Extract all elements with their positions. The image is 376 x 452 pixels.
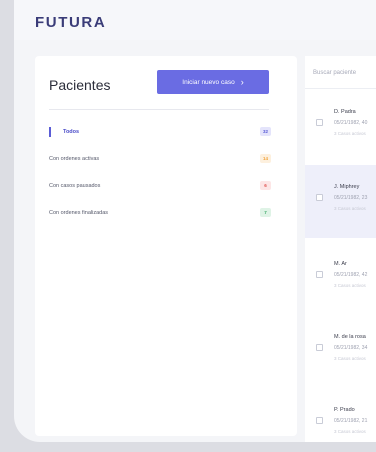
- patient-checkbox[interactable]: [316, 119, 323, 126]
- patient-info: 05/21/1982, 40: [334, 120, 368, 126]
- filter-list: Todos 32 Con ordenes activas 14 Con casos pa…: [49, 118, 271, 226]
- count-badge: 7: [260, 208, 271, 217]
- patient-active-cases: 3 Casos activos: [334, 131, 366, 136]
- filter-item[interactable]: Con ordenes finalizadas 7: [49, 199, 271, 226]
- filter-item[interactable]: Con casos pausados 6: [49, 172, 271, 199]
- search-input[interactable]: Buscar paciente: [313, 70, 356, 76]
- app-logo[interactable]: FUTURA: [35, 14, 106, 31]
- patient-active-cases: 3 Casos activos: [334, 429, 366, 434]
- patient-checkbox[interactable]: [316, 417, 323, 424]
- new-case-button[interactable]: Iniciar nuevo caso ›: [157, 70, 269, 94]
- filter-item[interactable]: Todos 32: [49, 118, 271, 145]
- filter-label: Con ordenes activas: [49, 155, 100, 162]
- patient-active-cases: 3 Casos activos: [334, 283, 366, 288]
- top-bar: FUTURA: [14, 0, 376, 40]
- count-badge: 6: [260, 181, 271, 190]
- active-indicator: [49, 127, 51, 137]
- page-title: Pacientes: [49, 77, 111, 93]
- patient-info: 05/21/1982, 42: [334, 272, 368, 278]
- patient-checkbox[interactable]: [316, 271, 323, 278]
- patient-name: M. de la rosa: [334, 334, 366, 340]
- patient-row[interactable]: D. Padra 05/21/1982, 40 3 Casos activos: [305, 89, 376, 157]
- patient-checkbox[interactable]: [316, 194, 323, 201]
- filter-item[interactable]: Con ordenes activas 14: [49, 145, 271, 172]
- count-badge: 32: [260, 127, 271, 136]
- patient-active-cases: 3 Casos activos: [334, 356, 366, 361]
- filter-label: Todos: [63, 128, 80, 135]
- filter-label: Con ordenes finalizadas: [49, 209, 109, 216]
- patient-info: 05/21/1982, 34: [334, 345, 368, 351]
- patient-row[interactable]: M. de la rosa 05/21/1982, 34 3 Casos activ…: [305, 314, 376, 382]
- filter-label: Con casos pausados: [49, 182, 101, 189]
- patient-row[interactable]: P. Prado 05/21/1982, 21 3 Casos activos: [305, 387, 376, 442]
- patient-info: 05/21/1982, 21: [334, 418, 368, 424]
- patient-row[interactable]: M. Ar 05/21/1982, 42 3 Casos activos: [305, 241, 376, 309]
- patients-panel: Pacientes Iniciar nuevo caso › Todos 32 Co…: [35, 56, 297, 436]
- patient-name: J. Miphrey: [334, 184, 360, 190]
- patient-name: D. Padra: [334, 109, 356, 115]
- divider: [49, 109, 269, 110]
- search-bar[interactable]: Buscar paciente: [305, 56, 376, 89]
- app-window: FUTURA Pacientes Iniciar nuevo caso › To…: [14, 0, 376, 442]
- patient-name: P. Prado: [334, 407, 355, 413]
- patient-info: 05/21/1982, 23: [334, 195, 368, 201]
- count-badge: 14: [260, 154, 271, 163]
- new-case-button-label: Iniciar nuevo caso: [182, 78, 235, 86]
- chevron-right-icon: ›: [240, 76, 244, 87]
- patient-checkbox[interactable]: [316, 344, 323, 351]
- patient-active-cases: 3 Casos activos: [334, 206, 366, 211]
- patient-name: M. Ar: [334, 261, 347, 267]
- patient-list: Buscar paciente D. Padra 05/21/1982, 40 3 …: [305, 56, 376, 442]
- patient-row[interactable]: J. Miphrey 05/21/1982, 23 3 Casos activos: [305, 165, 376, 238]
